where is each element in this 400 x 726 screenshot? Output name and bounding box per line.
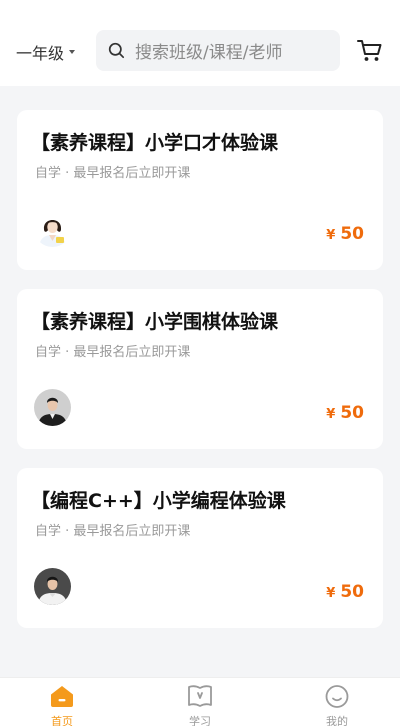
grade-label: 一年级 [16,44,65,63]
home-icon [51,686,73,707]
currency-symbol: ¥ [326,586,336,601]
tab-label: 我的 [326,715,348,726]
course-price: ¥50 [326,403,364,423]
top-bar: 一年级 搜索班级/课程/老师 [0,0,400,86]
course-card[interactable]: 【编程C++】小学编程体验课 自学 · 最早报名后立即开课 ¥50 [17,468,383,628]
price-value: 50 [340,403,364,423]
course-price: ¥50 [326,224,364,244]
profile-icon [325,685,349,708]
book-icon [188,685,212,707]
male-teacher-avatar [34,389,71,426]
caret-down-icon [69,50,76,54]
currency-symbol: ¥ [326,407,336,422]
cart-icon[interactable] [356,38,383,63]
course-subtitle: 自学 · 最早报名后立即开课 [35,345,191,360]
tab-profile[interactable]: 我的 [297,684,377,726]
course-subtitle: 自学 · 最早报名后立即开课 [35,166,191,181]
course-price: ¥50 [326,582,364,602]
course-title: 【素养课程】小学围棋体验课 [31,311,279,333]
currency-symbol: ¥ [326,228,336,243]
course-subtitle: 自学 · 最早报名后立即开课 [35,524,191,539]
search-input[interactable]: 搜索班级/课程/老师 [96,30,340,71]
tab-label: 学习 [189,715,211,726]
bottom-tab-bar: 首页 学习 我的 [0,677,400,726]
male-teacher-avatar [34,568,71,605]
search-placeholder: 搜索班级/课程/老师 [135,43,283,63]
course-title: 【编程C++】小学编程体验课 [31,490,286,512]
price-value: 50 [340,582,364,602]
course-card[interactable]: 【素养课程】小学口才体验课 自学 · 最早报名后立即开课 ¥50 [17,110,383,270]
course-title: 【素养课程】小学口才体验课 [31,132,279,154]
grade-selector[interactable]: 一年级 [16,40,76,64]
tab-study[interactable]: 学习 [160,684,240,726]
tab-label: 首页 [51,715,73,726]
course-card[interactable]: 【素养课程】小学围棋体验课 自学 · 最早报名后立即开课 ¥50 [17,289,383,449]
search-icon [108,42,125,59]
price-value: 50 [340,224,364,244]
tab-home[interactable]: 首页 [22,684,102,726]
female-teacher-avatar [34,210,71,247]
